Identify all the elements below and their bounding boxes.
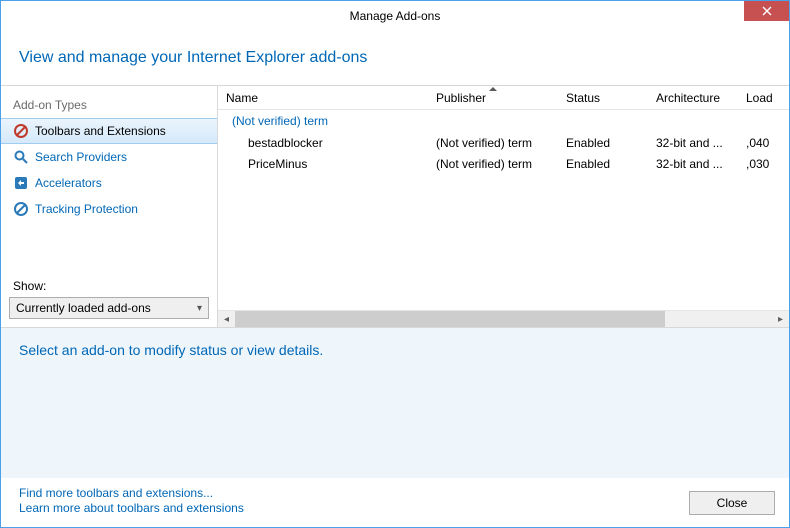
footer: Find more toolbars and extensions... Lea… bbox=[1, 478, 789, 527]
cell-publisher: (Not verified) term bbox=[428, 136, 558, 150]
column-header-name[interactable]: Name bbox=[218, 86, 428, 109]
titlebar: Manage Add-ons bbox=[1, 1, 789, 31]
scroll-thumb[interactable] bbox=[235, 311, 665, 328]
find-more-link[interactable]: Find more toolbars and extensions... bbox=[19, 486, 244, 500]
scroll-right-icon[interactable]: ▸ bbox=[772, 311, 789, 328]
cell-status: Enabled bbox=[558, 136, 648, 150]
cell-publisher: (Not verified) term bbox=[428, 157, 558, 171]
sidebar-item-label: Tracking Protection bbox=[35, 202, 138, 216]
sidebar-item-accelerators[interactable]: Accelerators bbox=[1, 170, 217, 196]
cell-status: Enabled bbox=[558, 157, 648, 171]
sidebar-item-label: Toolbars and Extensions bbox=[35, 124, 166, 138]
show-dropdown-value: Currently loaded add-ons bbox=[16, 301, 151, 315]
sidebar-item-label: Accelerators bbox=[35, 176, 102, 190]
sidebar: Add-on Types Toolbars and Extensions Sea… bbox=[1, 85, 218, 328]
close-icon bbox=[762, 6, 772, 16]
main-area: Add-on Types Toolbars and Extensions Sea… bbox=[1, 85, 789, 328]
table-body: (Not verified) term bestadblocker (Not v… bbox=[218, 110, 789, 310]
cell-name: bestadblocker bbox=[218, 136, 428, 150]
column-header-architecture[interactable]: Architecture bbox=[648, 86, 738, 109]
cell-architecture: 32-bit and ... bbox=[648, 157, 738, 171]
sidebar-heading: Add-on Types bbox=[1, 94, 217, 118]
table-row[interactable]: PriceMinus (Not verified) term Enabled 3… bbox=[218, 153, 789, 174]
details-pane: Select an add-on to modify status or vie… bbox=[1, 328, 789, 478]
manage-addons-window: Manage Add-ons View and manage your Inte… bbox=[0, 0, 790, 528]
column-header-publisher[interactable]: Publisher bbox=[428, 86, 558, 109]
window-title: Manage Add-ons bbox=[1, 9, 789, 23]
sidebar-item-search-providers[interactable]: Search Providers bbox=[1, 144, 217, 170]
page-title: View and manage your Internet Explorer a… bbox=[19, 49, 771, 67]
horizontal-scrollbar[interactable]: ◂ ▸ bbox=[218, 310, 789, 327]
header-section: View and manage your Internet Explorer a… bbox=[1, 31, 789, 85]
scroll-left-icon[interactable]: ◂ bbox=[218, 311, 235, 328]
tracking-protection-icon bbox=[13, 201, 29, 217]
learn-more-link[interactable]: Learn more about toolbars and extensions bbox=[19, 501, 244, 515]
content-area: Name Publisher Status Architecture Load … bbox=[218, 85, 789, 328]
table-header: Name Publisher Status Architecture Load bbox=[218, 86, 789, 110]
toolbar-icon bbox=[13, 123, 29, 139]
column-header-status[interactable]: Status bbox=[558, 86, 648, 109]
accelerator-icon bbox=[13, 175, 29, 191]
search-icon bbox=[13, 149, 29, 165]
sidebar-item-label: Search Providers bbox=[35, 150, 127, 164]
show-dropdown[interactable]: Currently loaded add-ons ▾ bbox=[9, 297, 209, 319]
cell-load: ,040 bbox=[738, 136, 778, 150]
footer-links: Find more toolbars and extensions... Lea… bbox=[19, 486, 244, 515]
details-message: Select an add-on to modify status or vie… bbox=[19, 342, 771, 358]
sidebar-item-tracking-protection[interactable]: Tracking Protection bbox=[1, 196, 217, 222]
close-button[interactable]: Close bbox=[689, 491, 775, 515]
chevron-down-icon: ▾ bbox=[197, 303, 202, 314]
show-label: Show: bbox=[1, 269, 217, 295]
window-close-button[interactable] bbox=[744, 1, 789, 21]
sidebar-item-toolbars-extensions[interactable]: Toolbars and Extensions bbox=[1, 118, 217, 144]
cell-name: PriceMinus bbox=[218, 157, 428, 171]
addons-table: Name Publisher Status Architecture Load … bbox=[218, 86, 789, 327]
group-header[interactable]: (Not verified) term bbox=[218, 110, 789, 132]
column-header-load[interactable]: Load bbox=[738, 86, 778, 109]
cell-load: ,030 bbox=[738, 157, 778, 171]
scroll-track[interactable] bbox=[235, 311, 772, 328]
cell-architecture: 32-bit and ... bbox=[648, 136, 738, 150]
table-row[interactable]: bestadblocker (Not verified) term Enable… bbox=[218, 132, 789, 153]
